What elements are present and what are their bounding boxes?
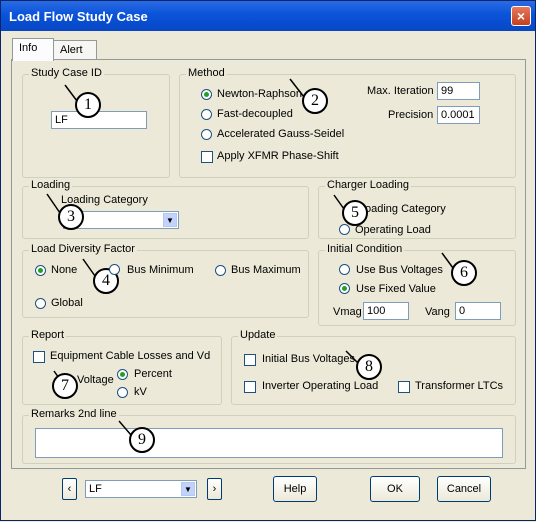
diversity-bus-minimum-radio[interactable] <box>109 264 120 275</box>
load-flow-study-case-dialog: Load Flow Study Case × Info Alert Study … <box>0 0 536 521</box>
callout-7: 7 <box>52 373 78 399</box>
callout-3: 3 <box>58 204 84 230</box>
callout-2: 2 <box>302 88 328 114</box>
callout-8: 8 <box>356 354 382 380</box>
callout-4: 5 <box>342 200 368 226</box>
tab-info[interactable]: Info <box>12 38 54 61</box>
callout-1: 1 <box>75 92 101 118</box>
callout-6: 6 <box>451 260 477 286</box>
callout-9: 9 <box>129 427 155 453</box>
